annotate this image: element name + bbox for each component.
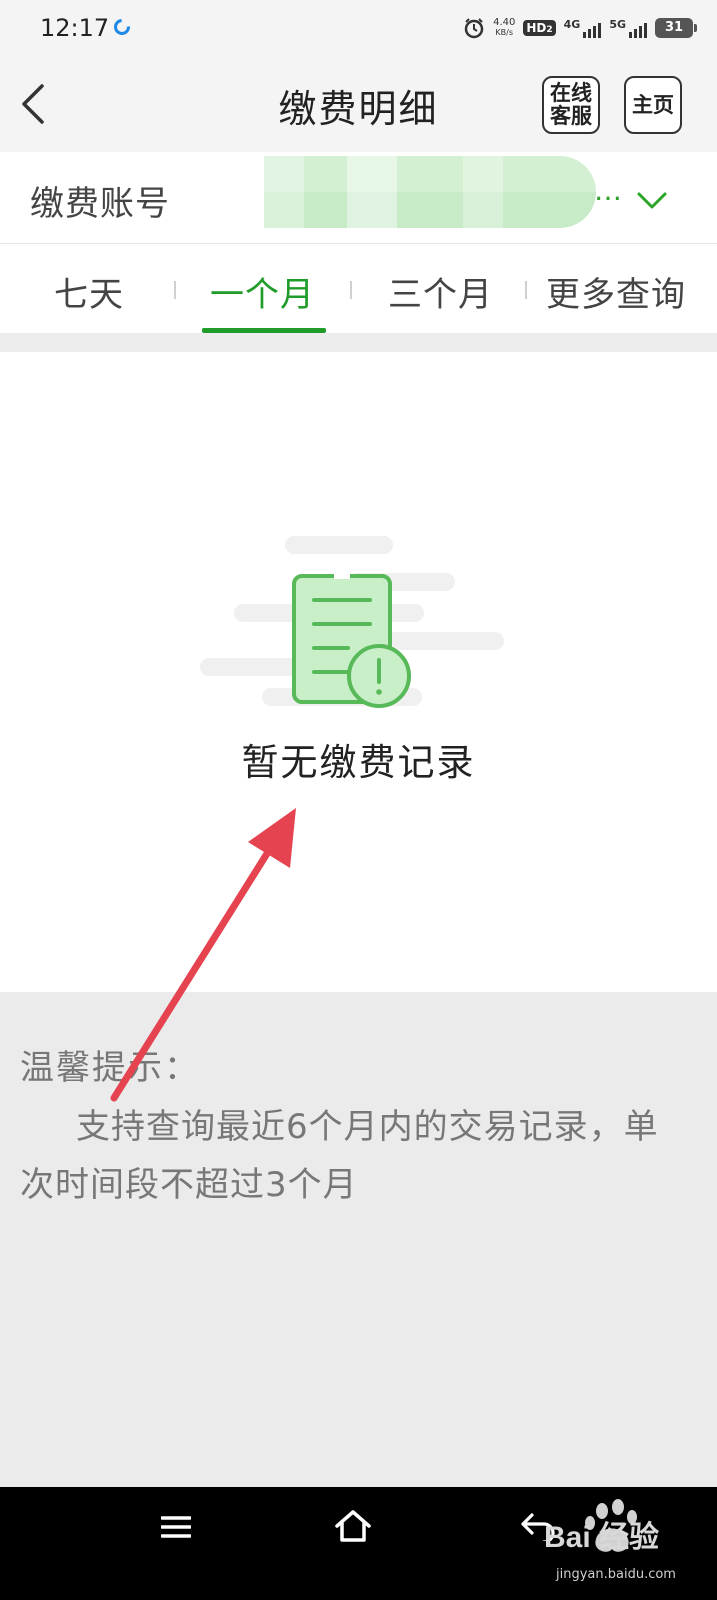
net-label-5g: 5G — [609, 18, 626, 31]
page: 12:17 4.40 KB/s HD2 4G 5G 31 缴费明细 在线客服 主… — [0, 0, 717, 1600]
tips-title: 温馨提示： — [20, 1048, 200, 1088]
tab-divider — [525, 281, 527, 299]
header: 缴费明细 在线客服 主页 — [0, 56, 717, 152]
speed-value: 4.40 — [493, 17, 516, 28]
status-time: 12:17 — [40, 14, 110, 42]
speed-unit: KB/s — [495, 28, 514, 37]
tab-seven-days[interactable]: 七天 — [54, 267, 124, 316]
menu-icon[interactable] — [161, 1515, 191, 1539]
account-value-masked — [264, 156, 596, 228]
tab-more-query[interactable]: 更多查询 — [546, 267, 686, 316]
battery-icon: 31 — [655, 18, 697, 38]
net-label-4g: 4G — [563, 18, 581, 31]
empty-document-icon — [200, 536, 504, 708]
alarm-icon — [464, 18, 484, 39]
hd-badge: HD2 — [523, 20, 556, 36]
tips-body: 支持查询最近6个月内的交易记录，单次时间段不超过3个月 — [20, 1107, 659, 1205]
watermark-url: jingyan.baidu.com — [556, 1567, 676, 1582]
hd-sub: 2 — [546, 25, 553, 35]
empty-state-message: 暂无缴费记录 — [241, 741, 476, 784]
baidu-watermark-logo: Bai 经验 — [544, 1499, 659, 1554]
tab-divider — [174, 281, 176, 299]
tab-divider — [350, 281, 352, 299]
empty-state: 暂无缴费记录 — [0, 352, 717, 992]
home-icon[interactable] — [334, 1509, 372, 1543]
section-divider — [0, 333, 717, 352]
online-service-button[interactable]: 在线客服 — [542, 76, 600, 134]
date-range-tabs: 七天 一个月 三个月 更多查询 — [0, 245, 717, 333]
status-indicators: 4.40 KB/s HD2 4G 5G 31 — [463, 14, 697, 42]
home-label: 主页 — [632, 92, 674, 117]
tab-one-month[interactable]: 一个月 — [210, 267, 315, 316]
watermark-brand: Bai 经验 — [544, 1520, 659, 1554]
tab-three-months[interactable]: 三个月 — [388, 267, 493, 316]
home-button[interactable]: 主页 — [624, 76, 682, 134]
account-label: 缴费账号 — [30, 184, 170, 224]
signal-5g-icon: 5G — [609, 18, 647, 38]
battery-level: 31 — [664, 20, 684, 35]
sync-icon — [114, 19, 130, 35]
online-service-label: 在线客服 — [550, 81, 592, 128]
status-bar: 12:17 4.40 KB/s HD2 4G 5G 31 — [0, 0, 717, 56]
page-title: 缴费明细 — [278, 87, 439, 131]
account-value-ellipsis: … — [594, 174, 623, 207]
hd-label: HD — [526, 21, 547, 35]
system-navigation-bar: Bai 经验 jingyan.baidu.com — [0, 1487, 717, 1600]
chevron-down-icon[interactable] — [636, 190, 668, 212]
signal-4g-icon: 4G — [564, 18, 602, 38]
network-speed: 4.40 KB/s — [493, 18, 515, 38]
account-selector[interactable]: 缴费账号 … — [0, 152, 717, 244]
tips-panel: 温馨提示： 支持查询最近6个月内的交易记录，单次时间段不超过3个月 — [0, 992, 717, 1487]
